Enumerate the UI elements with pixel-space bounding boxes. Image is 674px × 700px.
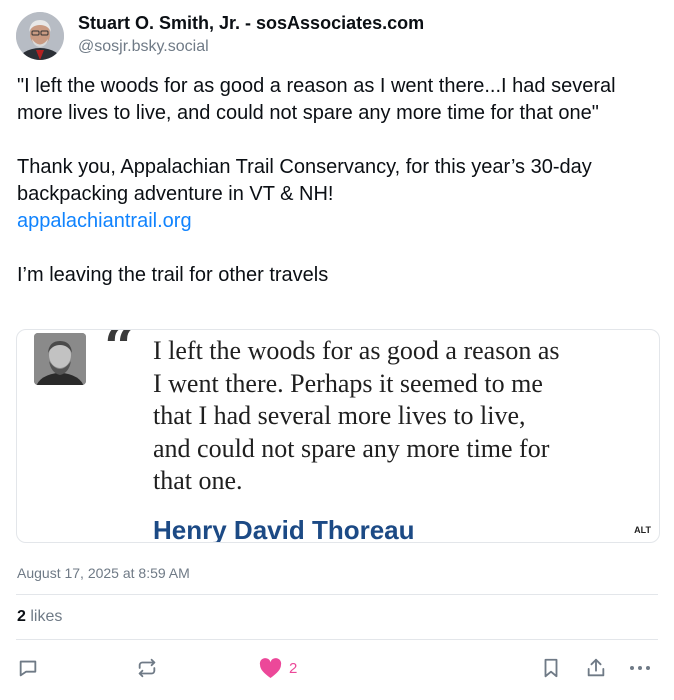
quote-author: Henry David Thoreau (153, 515, 415, 543)
divider (16, 594, 658, 595)
post-closing-line: I’m leaving the trail for other travels (17, 264, 329, 286)
quote-line: that I had several more lives to live, (153, 401, 526, 430)
alt-badge[interactable]: ALT (631, 524, 654, 536)
share-button[interactable] (585, 655, 607, 681)
quote-line: I went there. Perhaps it seemed to me (153, 368, 543, 398)
post: Stuart O. Smith, Jr. - sosAssociates.com… (0, 0, 674, 700)
author-handle[interactable]: @sosjr.bsky.social (78, 38, 209, 56)
more-options-button[interactable] (628, 655, 652, 681)
repost-button[interactable] (136, 655, 158, 681)
bookmark-button[interactable] (541, 655, 561, 681)
likes-label: likes (25, 608, 63, 625)
quote-line: I left the woods for as good a reason as (153, 336, 560, 365)
bookmark-icon (544, 658, 558, 678)
post-text: "I left the woods for as good a reason a… (17, 73, 662, 289)
heart-icon (259, 657, 282, 678)
quote-line: and could not spare any more time for (153, 433, 550, 463)
quote-mark: “ (104, 329, 136, 379)
like-count: 2 (289, 659, 298, 677)
post-timestamp[interactable]: August 17, 2025 at 8:59 AM (17, 565, 190, 581)
author-avatar[interactable] (16, 12, 64, 60)
reply-button[interactable] (17, 655, 39, 681)
post-quote-line: "I left the woods for as good a reason a… (17, 75, 616, 124)
share-icon (587, 658, 605, 677)
thoreau-portrait (34, 333, 86, 385)
divider (16, 639, 658, 640)
repost-icon (138, 658, 156, 678)
author-display-name[interactable]: Stuart O. Smith, Jr. - sosAssociates.com (78, 13, 424, 34)
likes-summary[interactable]: 2 likes (17, 608, 62, 626)
quote-text: I left the woods for as good a reason as… (153, 335, 653, 498)
post-link[interactable]: appalachiantrail.org (17, 210, 192, 232)
more-icon (630, 666, 650, 670)
embedded-image[interactable]: “ I left the woods for as good a reason … (16, 329, 660, 543)
likes-count: 2 (17, 608, 26, 625)
quote-line: that one. (153, 466, 243, 495)
like-button[interactable]: 2 (259, 655, 297, 681)
post-thanks-line: Thank you, Appalachian Trail Conservancy… (17, 156, 592, 205)
reply-icon (19, 660, 37, 677)
